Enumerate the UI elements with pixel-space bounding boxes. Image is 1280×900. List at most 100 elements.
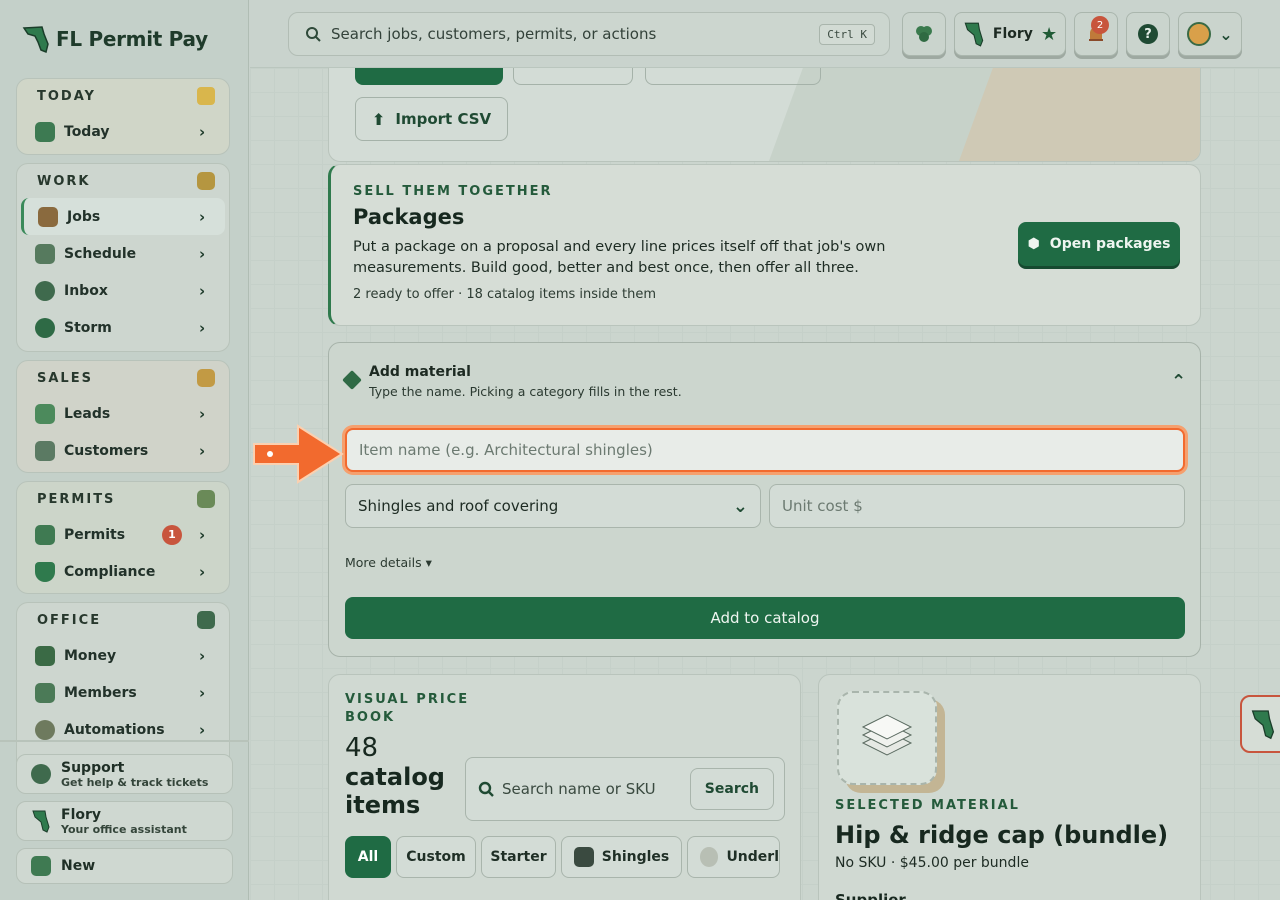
- sidebar-item-label: Permits: [64, 526, 126, 543]
- group-title: SALES: [37, 370, 93, 386]
- flory-card[interactable]: Flory Your office assistant: [16, 801, 233, 841]
- sidebar-item-label: Schedule: [64, 245, 137, 262]
- support-card[interactable]: Support Get help & track tickets: [16, 754, 233, 794]
- roll-icon: [700, 847, 719, 867]
- import-csv-button[interactable]: ⬆ Import CSV: [355, 97, 509, 141]
- main-content: ⬆ Import CSV SELL THEM TOGETHER Packages…: [250, 68, 1280, 900]
- sidebar-item-label: Storm: [64, 319, 112, 336]
- search-icon: [478, 781, 494, 797]
- sidebar-item-automations[interactable]: Automations ›: [21, 711, 225, 748]
- new-label: New: [61, 858, 96, 874]
- hurricane-icon: [35, 317, 55, 338]
- catalog-search-button[interactable]: Search: [689, 768, 774, 810]
- profile-menu-button[interactable]: ⌄: [1178, 12, 1242, 56]
- selected-material-card: SELECTED MATERIAL Hip & ridge cap (bundl…: [818, 674, 1201, 900]
- sidebar-item-money[interactable]: Money ›: [21, 637, 225, 674]
- sidebar-item-customers[interactable]: Customers ›: [21, 432, 225, 469]
- flory-mascot-icon: [32, 810, 50, 833]
- search-icon: [306, 27, 321, 42]
- add-to-catalog-label: Add to catalog: [710, 609, 820, 627]
- catalog-count-label-1: catalog: [345, 763, 445, 791]
- chevron-right-icon: ›: [199, 122, 206, 141]
- sidebar-item-label: Compliance: [64, 563, 156, 580]
- hero-secondary-button[interactable]: [513, 68, 633, 85]
- brand[interactable]: FL Permit Pay: [22, 22, 208, 56]
- clover-button[interactable]: [902, 12, 946, 56]
- nav-group-sales: SALES Leads › Customers ›: [16, 360, 230, 473]
- category-select[interactable]: Shingles and roof covering ⌄: [345, 484, 761, 528]
- clipboard-icon: [35, 243, 55, 264]
- sidebar-item-leads[interactable]: Leads ›: [21, 395, 225, 432]
- packages-meta: 2 ready to offer · 18 catalog items insi…: [353, 287, 657, 302]
- sidebar-item-jobs[interactable]: Jobs ›: [21, 198, 225, 235]
- more-details-toggle[interactable]: More details ▾: [345, 555, 432, 570]
- sidebar-item-schedule[interactable]: Schedule ›: [21, 235, 225, 272]
- shingles-stack-icon: [861, 714, 913, 756]
- nav-group-office: OFFICE Money › Members › Automations ›: [16, 602, 230, 762]
- packages-description: Put a package on a proposal and every li…: [353, 239, 886, 276]
- item-name-input[interactable]: Item name (e.g. Architectural shingles): [345, 428, 1185, 472]
- brand-name: FL Permit Pay: [56, 27, 208, 51]
- sidebar-item-today[interactable]: Today ›: [21, 113, 225, 150]
- open-packages-label: Open packages: [1049, 236, 1171, 252]
- flory-mascot-icon: [964, 22, 984, 47]
- new-button[interactable]: New: [16, 848, 233, 884]
- cube-icon: [342, 370, 362, 390]
- notifications-count-badge: 2: [1091, 16, 1109, 34]
- chevron-down-icon: ⌄: [732, 495, 748, 517]
- global-search[interactable]: Search jobs, customers, permits, or acti…: [288, 12, 890, 56]
- hero-decor-tan: [958, 68, 1200, 161]
- topbar: Search jobs, customers, permits, or acti…: [250, 0, 1280, 68]
- item-name-placeholder: Item name (e.g. Architectural shingles): [359, 441, 653, 459]
- price-book-eyebrow-1: VISUAL PRICE: [345, 692, 470, 707]
- flory-title: Flory: [61, 806, 102, 823]
- help-button[interactable]: ?: [1126, 12, 1170, 56]
- chevron-down-icon: ⌄: [1219, 24, 1233, 44]
- avatar: [1187, 22, 1212, 46]
- chevron-right-icon: ›: [199, 525, 206, 544]
- filter-chip-underlayment[interactable]: Underl: [687, 836, 780, 878]
- support-chat-icon: [31, 764, 51, 784]
- notifications-button[interactable]: 2: [1074, 12, 1118, 56]
- sidebar-item-permits[interactable]: Permits 1 ›: [21, 516, 225, 553]
- hexagon-icon: ⬢: [1027, 236, 1040, 252]
- floating-assistant-tab[interactable]: [1240, 695, 1280, 753]
- shortcut-hint: Ctrl K: [819, 23, 875, 45]
- filter-chip-all[interactable]: All: [345, 836, 391, 878]
- filter-chip-shingles[interactable]: Shingles: [561, 836, 682, 878]
- add-to-catalog-button[interactable]: Add to catalog: [345, 597, 1185, 639]
- money-icon: [35, 645, 55, 666]
- assistant-button[interactable]: Flory ★: [954, 12, 1066, 56]
- upload-icon: ⬆: [372, 109, 386, 129]
- filter-chip-custom[interactable]: Custom: [396, 836, 476, 878]
- sidebar-item-inbox[interactable]: Inbox ›: [21, 272, 225, 309]
- collapse-chevron-icon[interactable]: ⌄: [1171, 369, 1186, 390]
- chevron-right-icon: ›: [199, 646, 206, 665]
- work-group-icon: [197, 172, 215, 190]
- chevron-right-icon: ›: [199, 244, 206, 263]
- group-title: PERMITS: [37, 491, 116, 507]
- sidebar-item-label: Customers: [64, 442, 149, 459]
- sidebar-item-label: Members: [64, 684, 137, 701]
- hero-tertiary-button[interactable]: [645, 68, 821, 85]
- house-icon: [38, 206, 58, 227]
- open-packages-button[interactable]: ⬢ Open packages: [1018, 222, 1180, 266]
- sidebar-divider: [0, 740, 249, 742]
- hero-primary-button[interactable]: [355, 68, 503, 85]
- support-subtitle: Get help & track tickets: [61, 775, 209, 789]
- filter-chip-starter[interactable]: Starter: [481, 836, 556, 878]
- permits-count-badge: 1: [162, 524, 182, 545]
- chevron-right-icon: ›: [199, 281, 206, 300]
- packages-title: Packages: [353, 205, 465, 229]
- calendar-icon: [35, 121, 55, 142]
- sidebar-item-compliance[interactable]: Compliance ›: [21, 553, 225, 590]
- unit-cost-input[interactable]: Unit cost $: [769, 484, 1185, 528]
- sidebar-item-members[interactable]: Members ›: [21, 674, 225, 711]
- clover-icon: [916, 26, 932, 42]
- highlight-arrow-icon: [253, 424, 344, 484]
- sidebar-item-storm[interactable]: Storm ›: [21, 309, 225, 346]
- add-material-subtitle: Type the name. Picking a category fills …: [369, 384, 682, 399]
- catalog-search-placeholder[interactable]: Search name or SKU: [502, 780, 690, 798]
- sidebar-item-label: Automations: [64, 721, 165, 738]
- import-csv-label: Import CSV: [395, 110, 492, 128]
